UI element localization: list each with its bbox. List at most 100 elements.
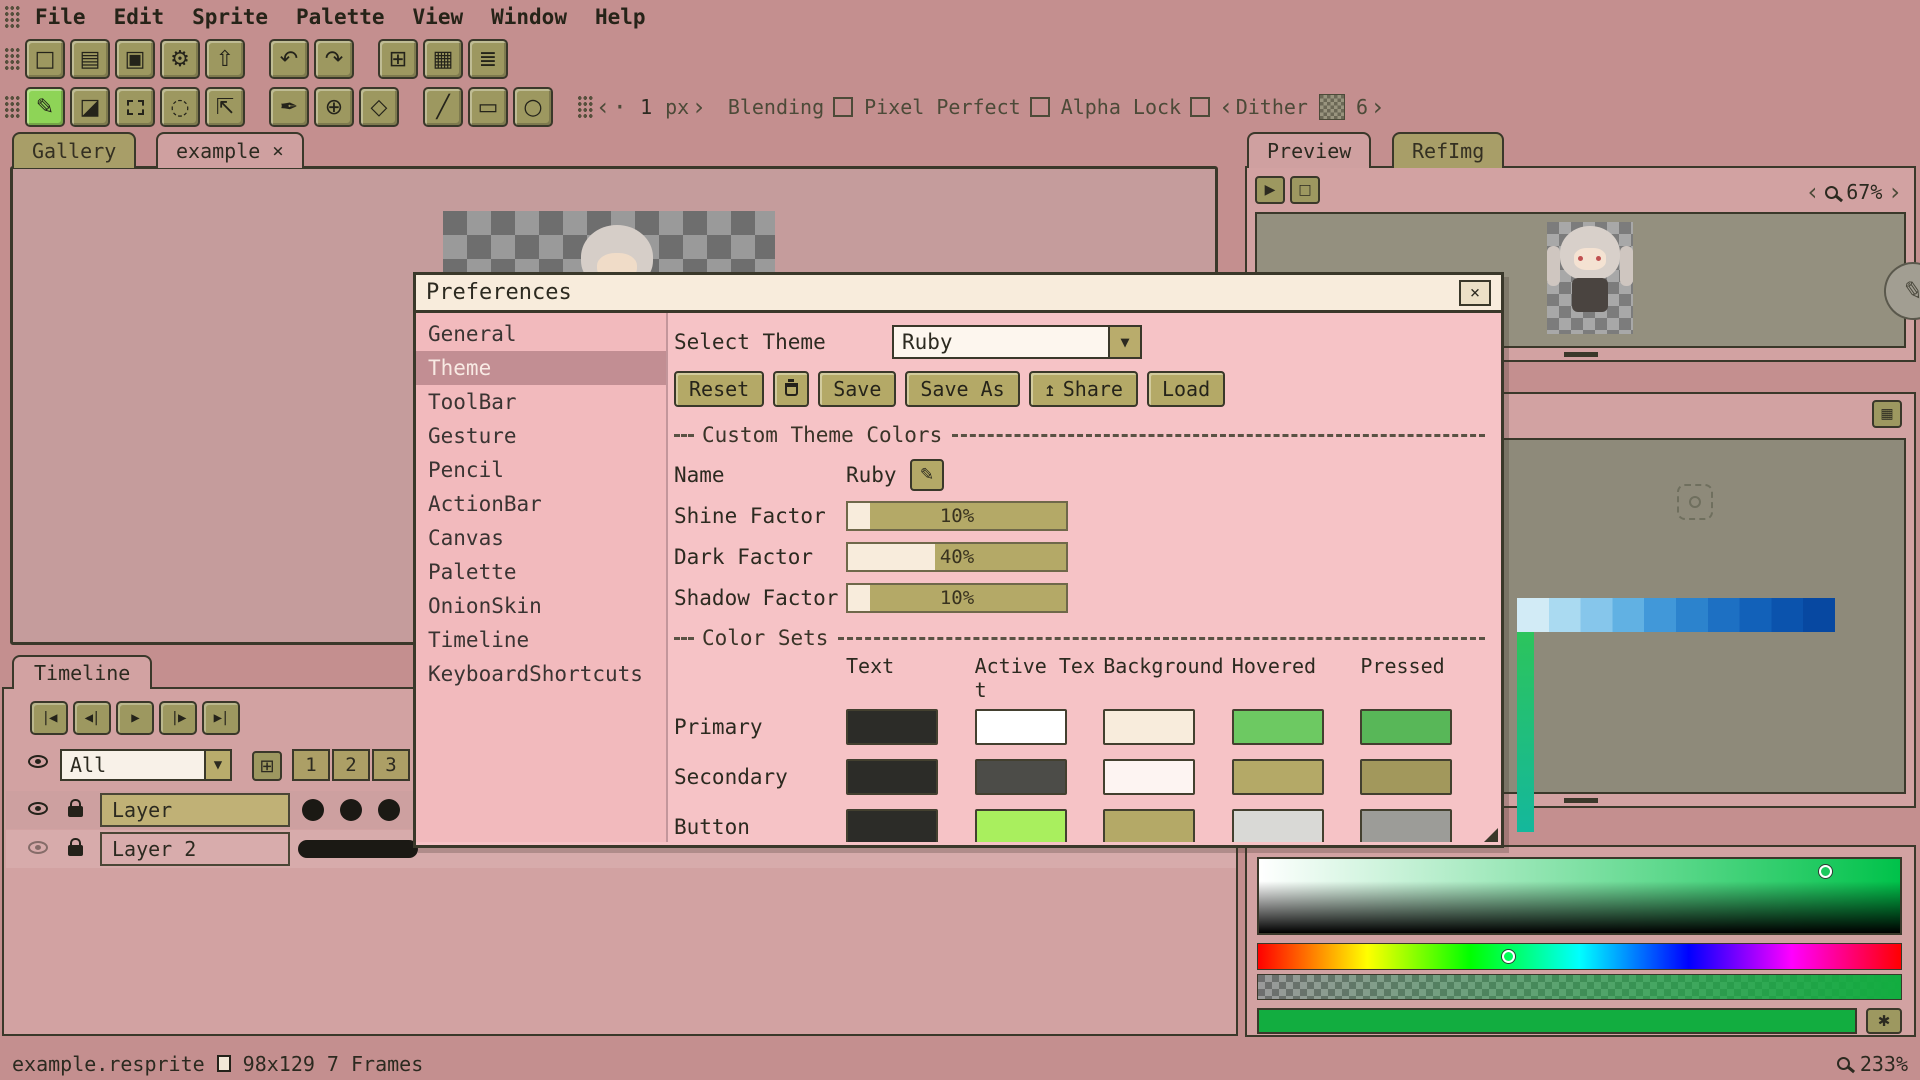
primary-hovered-swatch[interactable] — [1232, 709, 1324, 745]
tab-refimg[interactable]: RefImg — [1392, 132, 1504, 168]
first-frame-button[interactable]: |◀ — [30, 701, 68, 735]
eraser-tool-button[interactable]: ◪ — [70, 87, 110, 127]
dither-pattern-swatch[interactable] — [1319, 94, 1345, 120]
preview-zoom-out-button[interactable]: ‹ — [1808, 178, 1818, 206]
secondary-text-swatch[interactable] — [846, 759, 938, 795]
menu-help[interactable]: Help — [582, 5, 659, 29]
preview-zoom-in-button[interactable]: › — [1890, 178, 1900, 206]
delete-theme-button[interactable] — [773, 371, 809, 407]
tab-gallery[interactable]: Gallery — [12, 132, 136, 168]
secondary-hovered-swatch[interactable] — [1232, 759, 1324, 795]
timeline-grid-button[interactable]: ⊞ — [252, 751, 282, 781]
blending-checkbox[interactable] — [833, 97, 853, 117]
saturation-value-box[interactable] — [1257, 857, 1902, 935]
dropdown-arrow-icon[interactable]: ▼ — [204, 751, 230, 779]
alpha-lock-checkbox[interactable] — [1190, 97, 1210, 117]
secondary-pressed-swatch[interactable] — [1360, 759, 1452, 795]
sidebar-item-toolbar[interactable]: ToolBar — [416, 385, 666, 419]
blue-gradient-ramp[interactable] — [1517, 598, 1835, 632]
preview-play-button[interactable]: ▶ — [1255, 176, 1285, 204]
move-tool-button[interactable]: ⊕ — [314, 87, 354, 127]
primary-background-swatch[interactable] — [1103, 709, 1195, 745]
button-pressed-swatch[interactable] — [1360, 809, 1452, 842]
menu-file[interactable]: File — [22, 5, 99, 29]
rectangle-tool-button[interactable]: ▭ — [468, 87, 508, 127]
adjust-button[interactable]: ≣ — [468, 39, 508, 79]
pencil-tool-button[interactable]: ✎ — [25, 87, 65, 127]
menu-view[interactable]: View — [400, 5, 477, 29]
status-zoom-value[interactable]: 233% — [1860, 1052, 1908, 1076]
layer1-frame2-dot[interactable] — [340, 799, 362, 821]
preview-fit-button[interactable]: □ — [1290, 176, 1320, 204]
dialog-title-bar[interactable]: Preferences × — [416, 275, 1501, 313]
panel-resize-handle[interactable] — [1564, 798, 1598, 803]
hue-slider[interactable] — [1257, 943, 1902, 970]
reset-button[interactable]: Reset — [674, 371, 764, 407]
panel-resize-handle[interactable] — [1564, 352, 1598, 357]
alpha-slider[interactable] — [1257, 974, 1902, 1000]
settings-button[interactable]: ⚙ — [160, 39, 200, 79]
tools-drag-handle-icon[interactable] — [4, 95, 20, 119]
layer1-name-cell[interactable]: Layer — [100, 793, 290, 827]
hue-indicator[interactable] — [1502, 950, 1515, 963]
undo-button[interactable]: ↶ — [269, 39, 309, 79]
dialog-resize-handle[interactable] — [1484, 828, 1498, 842]
open-file-button[interactable]: ▤ — [70, 39, 110, 79]
primary-active-text-swatch[interactable] — [975, 709, 1067, 745]
secondary-background-swatch[interactable] — [1103, 759, 1195, 795]
wand-tool-button[interactable]: ⇱ — [205, 87, 245, 127]
green-gradient-ramp[interactable] — [1517, 632, 1534, 832]
layer1-frame3-dot[interactable] — [378, 799, 400, 821]
size-decrease-button[interactable]: ‹ — [598, 93, 608, 121]
sv-indicator[interactable] — [1819, 865, 1832, 878]
theme-dropdown-arrow-icon[interactable]: ▼ — [1108, 327, 1140, 357]
sidebar-item-pencil[interactable]: Pencil — [416, 453, 666, 487]
brush-size-value[interactable]: 1 — [640, 95, 652, 119]
shape-tool-button[interactable]: ◇ — [359, 87, 399, 127]
layer1-lock-icon[interactable] — [68, 806, 83, 817]
frame-cell-3[interactable]: 3 — [372, 749, 410, 781]
next-frame-button[interactable]: |▶ — [159, 701, 197, 735]
primary-pressed-swatch[interactable] — [1360, 709, 1452, 745]
layer-filter-dropdown[interactable]: All ▼ — [60, 749, 232, 781]
dither-prev-button[interactable]: ‹ — [1221, 93, 1231, 121]
layer2-lock-icon[interactable] — [68, 845, 83, 856]
sidebar-item-theme[interactable]: Theme — [416, 351, 666, 385]
layer1-frame1-dot[interactable] — [302, 799, 324, 821]
panel-options-button[interactable]: ▦ — [1872, 400, 1902, 428]
export-button[interactable]: ⇧ — [205, 39, 245, 79]
close-tab-icon[interactable]: × — [272, 140, 283, 162]
tab-timeline[interactable]: Timeline — [12, 655, 152, 689]
button-active-text-swatch[interactable] — [975, 809, 1067, 842]
edit-name-button[interactable]: ✎ — [910, 459, 944, 491]
share-button[interactable]: ↥Share — [1029, 371, 1138, 407]
sidebar-item-gesture[interactable]: Gesture — [416, 419, 666, 453]
shadow-factor-slider[interactable]: 10% — [846, 583, 1068, 613]
layer1-visibility-eye-icon[interactable] — [28, 802, 48, 815]
save-button[interactable]: ▣ — [115, 39, 155, 79]
lasso-tool-button[interactable]: ◌ — [160, 87, 200, 127]
menu-window[interactable]: Window — [478, 5, 580, 29]
shine-factor-slider[interactable]: 10% — [846, 501, 1068, 531]
dialog-close-button[interactable]: × — [1459, 280, 1491, 306]
sidebar-item-timeline[interactable]: Timeline — [416, 623, 666, 657]
ellipse-tool-button[interactable]: ○ — [513, 87, 553, 127]
dark-factor-slider[interactable]: 40% — [846, 542, 1068, 572]
save-as-button[interactable]: Save As — [905, 371, 1019, 407]
pen-tool-button[interactable]: ✒ — [269, 87, 309, 127]
sidebar-item-canvas[interactable]: Canvas — [416, 521, 666, 555]
tab-preview[interactable]: Preview — [1247, 132, 1371, 168]
rect-select-tool-button[interactable] — [115, 87, 155, 127]
tiled-view-button[interactable]: ▦ — [423, 39, 463, 79]
button-background-swatch[interactable] — [1103, 809, 1195, 842]
toolbar-drag-handle-icon[interactable] — [4, 47, 20, 71]
prev-frame-button[interactable]: ◀| — [73, 701, 111, 735]
size-increase-button[interactable]: › — [694, 93, 704, 121]
layer2-name-cell[interactable]: Layer 2 — [100, 832, 290, 866]
dither-next-button[interactable]: › — [1373, 93, 1383, 121]
add-to-palette-button[interactable]: ✱ — [1866, 1008, 1902, 1034]
new-file-button[interactable]: □ — [25, 39, 65, 79]
pixel-perfect-checkbox[interactable] — [1030, 97, 1050, 117]
sidebar-item-keyboardshortcuts[interactable]: KeyboardShortcuts — [416, 657, 666, 691]
button-hovered-swatch[interactable] — [1232, 809, 1324, 842]
